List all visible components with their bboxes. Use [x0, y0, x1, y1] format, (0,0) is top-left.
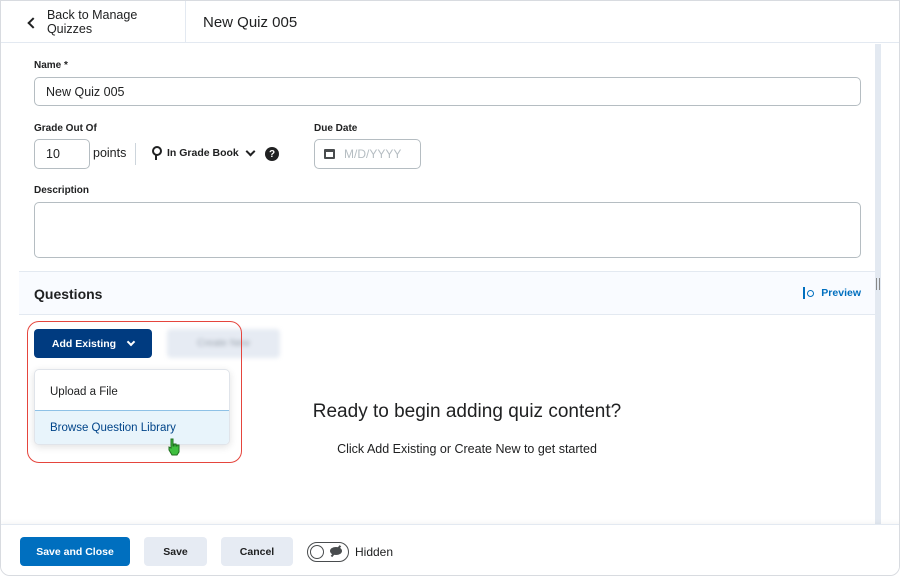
- due-date-label: Due Date: [314, 123, 358, 134]
- points-label: points: [93, 146, 127, 160]
- description-textarea[interactable]: [34, 202, 861, 258]
- description-label: Description: [34, 185, 90, 196]
- name-input[interactable]: New Quiz 005: [34, 77, 861, 106]
- empty-state-title: Ready to begin adding quiz content?: [19, 401, 875, 423]
- eye-slash-icon: [330, 547, 342, 555]
- visibility-label: Hidden: [355, 545, 394, 559]
- questions-header: Questions Preview: [19, 271, 875, 315]
- grade-book-dropdown[interactable]: In Grade Book: [151, 146, 256, 160]
- top-bar: Back to Manage Quizzes New Quiz 005: [1, 1, 899, 43]
- back-link-label: Back to Manage Quizzes: [46, 8, 138, 36]
- grade-out-of-input[interactable]: 10: [34, 139, 90, 169]
- chevron-down-icon: [126, 337, 136, 347]
- divider: [135, 143, 136, 165]
- due-date-placeholder: M/D/YYYY: [344, 147, 402, 161]
- help-icon[interactable]: ?: [265, 147, 279, 161]
- preview-label: Preview: [821, 287, 861, 299]
- empty-state-title-text: Ready to begin adding quiz content?: [312, 401, 622, 422]
- visibility-toggle[interactable]: [307, 542, 349, 562]
- due-date-input[interactable]: M/D/YYYY: [314, 139, 421, 169]
- preview-button[interactable]: Preview: [803, 287, 861, 299]
- calendar-icon: [324, 149, 335, 159]
- save-button[interactable]: Save: [144, 537, 207, 566]
- preview-icon: [803, 287, 815, 299]
- menu-item-label: Browse Question Library: [50, 422, 176, 434]
- key-icon: [151, 146, 162, 160]
- chevron-down-icon: [245, 146, 256, 156]
- drag-handle-icon[interactable]: [876, 278, 880, 290]
- footer-bar: Save and Close Save Cancel Hidden: [1, 524, 899, 575]
- create-new-button[interactable]: Create New: [167, 329, 280, 358]
- grade-book-label: In Grade Book: [167, 147, 239, 159]
- chevron-left-icon: [27, 16, 39, 29]
- questions-title: Questions: [34, 286, 103, 302]
- quiz-editor-window: Back to Manage Quizzes New Quiz 005 Name…: [0, 0, 900, 576]
- name-input-value: New Quiz 005: [46, 84, 125, 99]
- name-label: Name *: [34, 60, 68, 71]
- save-and-close-button[interactable]: Save and Close: [20, 537, 130, 566]
- empty-state-subtitle: Click Add Existing or Create New to get …: [19, 442, 875, 456]
- grade-out-of-label: Grade Out Of: [34, 123, 97, 134]
- add-existing-button[interactable]: Add Existing: [34, 329, 152, 358]
- menu-item-label: Upload a File: [50, 386, 118, 398]
- empty-state-subtitle-text: Click Add Existing or Create New to get …: [337, 442, 597, 456]
- page-title: New Quiz 005: [203, 13, 298, 31]
- back-to-manage-quizzes-link[interactable]: Back to Manage Quizzes: [1, 1, 186, 43]
- add-existing-label: Add Existing: [51, 337, 117, 350]
- grade-value: 10: [46, 147, 60, 161]
- create-new-label: Create New: [197, 338, 250, 349]
- toggle-knob: [310, 544, 324, 559]
- cancel-button[interactable]: Cancel: [221, 537, 293, 566]
